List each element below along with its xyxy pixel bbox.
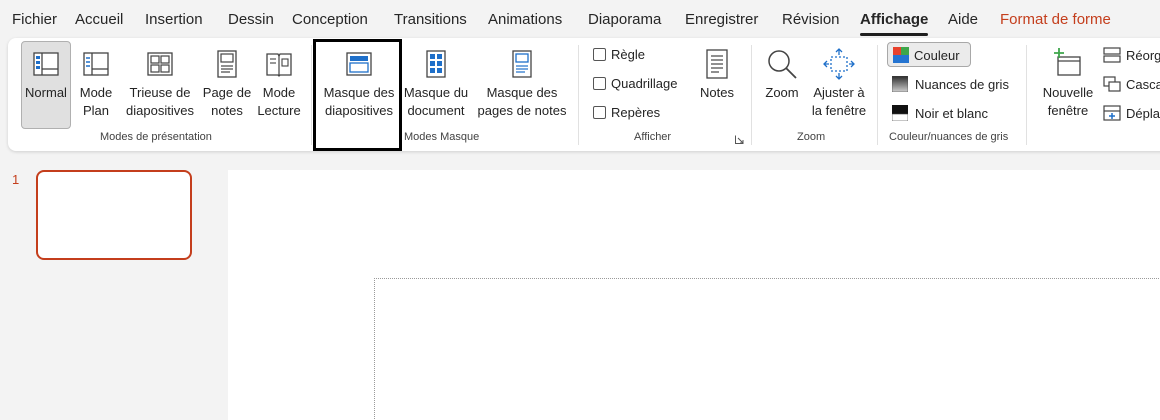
zoom-group-label: Zoom	[797, 131, 826, 143]
handout-master-label-2: document	[407, 103, 465, 118]
fit-to-window-button[interactable]: Ajuster à la fenêtre	[807, 41, 871, 129]
handout-master-icon	[426, 50, 446, 78]
fit-label-1: Ajuster à	[813, 85, 865, 100]
fit-to-window-icon	[823, 48, 855, 80]
outline-label-1: Mode	[79, 85, 113, 100]
grayscale-button[interactable]: Nuances de gris	[887, 72, 1017, 96]
cascade-icon	[1103, 76, 1121, 92]
guides-checkbox[interactable]	[593, 106, 606, 119]
new-window-label-1: Nouvelle	[1042, 85, 1094, 100]
reading-label-1: Mode	[262, 85, 296, 100]
tab-conception[interactable]: Conception	[292, 11, 368, 28]
arrange-all-label: Réorg	[1126, 48, 1160, 63]
cascade-label: Casca	[1126, 77, 1160, 92]
normal-label: Normal	[25, 85, 67, 100]
black-white-icon	[892, 105, 908, 121]
color-label: Couleur	[914, 48, 960, 63]
slide-sorter-button[interactable]: Trieuse de diapositives	[121, 41, 199, 129]
new-window-label-2: fenêtre	[1047, 103, 1089, 118]
ruler-checkbox[interactable]	[593, 48, 606, 61]
reading-label-2: Lecture	[257, 103, 301, 118]
move-split-icon	[1103, 105, 1121, 121]
slide-sorter-icon	[147, 52, 173, 76]
slide-placeholder-border[interactable]	[374, 278, 1160, 419]
outline-view-button[interactable]: Mode Plan	[73, 41, 119, 129]
notes-master-icon	[512, 50, 532, 78]
notes-page-button[interactable]: Page de notes	[201, 41, 253, 129]
fit-label-2: la fenêtre	[811, 103, 867, 118]
move-split-label: Dépla	[1126, 106, 1160, 121]
arrange-all-button[interactable]: Réorg	[1103, 46, 1160, 66]
group-separator	[751, 45, 752, 145]
slide-thumbnail[interactable]	[36, 170, 192, 260]
tab-affichage[interactable]: Affichage	[860, 11, 928, 28]
zoom-label: Zoom	[765, 85, 799, 100]
normal-view-button[interactable]: Normal	[21, 41, 71, 129]
outline-label-2: Plan	[82, 103, 110, 118]
ruler-label: Règle	[611, 47, 645, 62]
notes-page-label-2: notes	[211, 103, 243, 118]
active-tab-indicator	[860, 33, 928, 36]
zoom-button[interactable]: Zoom	[759, 41, 805, 129]
tab-dessin[interactable]: Dessin	[228, 11, 274, 28]
notes-master-label-1: Masque des	[486, 85, 558, 100]
outline-view-icon	[83, 52, 109, 76]
normal-view-icon	[33, 52, 59, 76]
gridlines-label: Quadrillage	[611, 76, 678, 91]
black-white-label: Noir et blanc	[915, 106, 988, 121]
arrange-all-icon	[1103, 47, 1121, 63]
notes-button[interactable]: Notes	[695, 41, 739, 129]
tab-fichier[interactable]: Fichier	[12, 11, 57, 28]
notes-label: Notes	[700, 85, 734, 100]
color-icon	[893, 47, 909, 63]
tab-diaporama[interactable]: Diaporama	[588, 11, 661, 28]
color-button[interactable]: Couleur	[887, 42, 971, 67]
notes-master-button[interactable]: Masque des pages de notes	[472, 41, 572, 129]
tab-transitions[interactable]: Transitions	[394, 11, 467, 28]
slide-number: 1	[12, 172, 20, 187]
reading-view-icon	[266, 53, 292, 77]
group-separator	[1026, 45, 1027, 145]
grayscale-label: Nuances de gris	[915, 77, 1009, 92]
group-separator	[311, 45, 312, 145]
tab-insertion[interactable]: Insertion	[145, 11, 203, 28]
slide-sorter-label-1: Trieuse de	[129, 85, 191, 100]
tab-aide[interactable]: Aide	[948, 11, 978, 28]
slide-sorter-label-2: diapositives	[126, 103, 194, 118]
cascade-button[interactable]: Casca	[1103, 75, 1160, 95]
notes-page-icon	[217, 50, 237, 78]
tab-animations[interactable]: Animations	[488, 11, 562, 28]
group-separator	[877, 45, 878, 145]
handout-master-label-1: Masque du	[403, 85, 469, 100]
black-white-button[interactable]: Noir et blanc	[887, 101, 1007, 125]
ribbon-tabs: Fichier Accueil Insertion Dessin Concept…	[0, 0, 1160, 38]
guides-label: Repères	[611, 105, 661, 120]
master-views-group-label: Modes Masque	[404, 131, 480, 143]
show-dialog-launcher-icon[interactable]	[735, 135, 744, 144]
highlight-frame	[313, 39, 402, 151]
color-group-label: Couleur/nuances de gris	[889, 131, 1009, 143]
notes-master-label-2: pages de notes	[477, 103, 567, 118]
new-window-icon	[1054, 48, 1081, 76]
notes-icon	[706, 49, 728, 79]
tab-format-de-forme[interactable]: Format de forme	[1000, 11, 1111, 28]
notes-page-label-1: Page de	[202, 85, 252, 100]
gridlines-checkbox[interactable]	[593, 77, 606, 90]
show-group-label: Afficher	[634, 131, 672, 143]
presentation-views-group-label: Modes de présentation	[100, 131, 212, 143]
tab-accueil[interactable]: Accueil	[75, 11, 123, 28]
zoom-magnifier-icon	[768, 50, 797, 79]
new-window-button[interactable]: Nouvelle fenêtre	[1036, 41, 1100, 129]
group-separator	[578, 45, 579, 145]
move-split-button[interactable]: Dépla	[1103, 104, 1160, 124]
tab-revision[interactable]: Révision	[782, 11, 840, 28]
grayscale-icon	[892, 76, 908, 92]
handout-master-button[interactable]: Masque du document	[402, 41, 470, 129]
tab-enregistrer[interactable]: Enregistrer	[685, 11, 758, 28]
reading-view-button[interactable]: Mode Lecture	[255, 41, 303, 129]
